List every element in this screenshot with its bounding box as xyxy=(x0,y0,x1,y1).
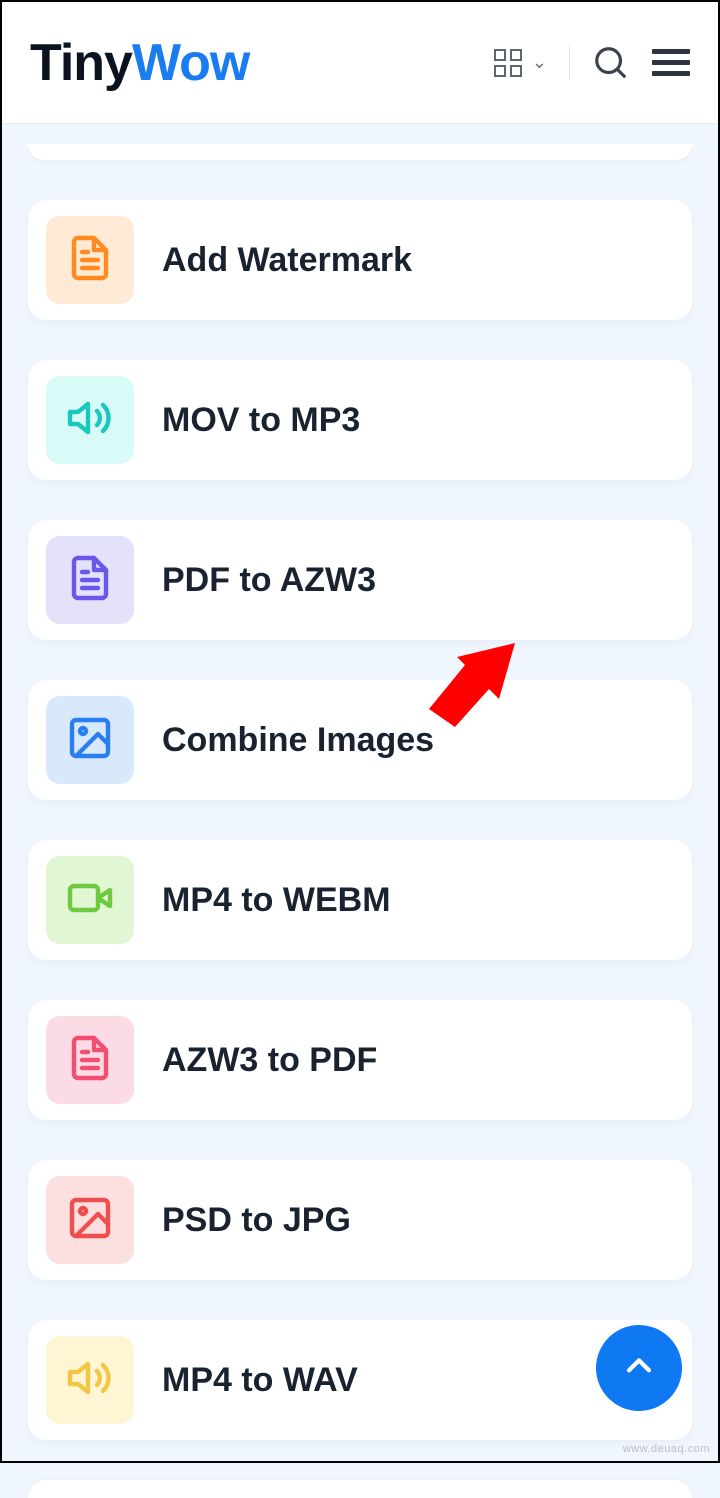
app-header: TinyWow ⌄ xyxy=(2,2,718,124)
tool-card[interactable]: AZW3 to PDF xyxy=(28,1000,692,1120)
tool-card[interactable]: MP4 to WAV xyxy=(28,1320,692,1440)
image-icon xyxy=(66,714,114,767)
logo-part-1: Tiny xyxy=(30,34,132,92)
tool-title: PSD to JPG xyxy=(162,1201,351,1240)
tool-card[interactable]: Combine Images xyxy=(28,680,692,800)
tool-card[interactable]: Add Watermark xyxy=(28,200,692,320)
chevron-up-icon xyxy=(622,1349,656,1388)
search-icon xyxy=(592,44,630,82)
speaker-icon xyxy=(66,394,114,447)
tool-tile xyxy=(46,1336,134,1424)
hamburger-icon xyxy=(652,49,690,76)
tool-title: AZW3 to PDF xyxy=(162,1041,377,1080)
tool-card[interactable]: MP4 to WEBM xyxy=(28,840,692,960)
tool-tile xyxy=(46,1176,134,1264)
tool-tile xyxy=(46,216,134,304)
categories-button[interactable]: ⌄ xyxy=(494,49,547,77)
speaker-icon xyxy=(66,1354,114,1407)
tool-title: MOV to MP3 xyxy=(162,401,360,440)
header-divider xyxy=(569,46,570,80)
logo-part-2: Wow xyxy=(132,34,249,92)
list-peek-bottom xyxy=(28,1480,692,1498)
tool-tile xyxy=(46,1016,134,1104)
image-icon xyxy=(66,1194,114,1247)
document-icon xyxy=(66,1034,114,1087)
tool-card[interactable]: PSD to JPG xyxy=(28,1160,692,1280)
scroll-to-top-button[interactable] xyxy=(596,1325,682,1411)
menu-button[interactable] xyxy=(652,43,690,82)
video-icon xyxy=(66,874,114,927)
tool-tile xyxy=(46,696,134,784)
tool-list: Add Watermark MOV to MP3 PDF to AZW3 Com… xyxy=(2,124,718,1498)
tool-tile xyxy=(46,536,134,624)
logo[interactable]: TinyWow xyxy=(30,33,249,93)
document-icon xyxy=(66,554,114,607)
list-peek-top xyxy=(28,144,692,160)
tool-title: Add Watermark xyxy=(162,241,412,280)
header-actions: ⌄ xyxy=(494,43,690,82)
tool-title: MP4 to WAV xyxy=(162,1361,358,1400)
search-button[interactable] xyxy=(592,44,630,82)
tool-tile xyxy=(46,856,134,944)
tool-title: Combine Images xyxy=(162,721,434,760)
grid-icon xyxy=(494,49,522,77)
tool-card[interactable]: MOV to MP3 xyxy=(28,360,692,480)
chevron-down-icon: ⌄ xyxy=(532,52,547,73)
tool-card[interactable]: PDF to AZW3 xyxy=(28,520,692,640)
tool-title: PDF to AZW3 xyxy=(162,561,376,600)
watermark: www.deuaq.com xyxy=(623,1443,710,1455)
document-icon xyxy=(66,234,114,287)
tool-tile xyxy=(46,376,134,464)
tool-title: MP4 to WEBM xyxy=(162,881,391,920)
